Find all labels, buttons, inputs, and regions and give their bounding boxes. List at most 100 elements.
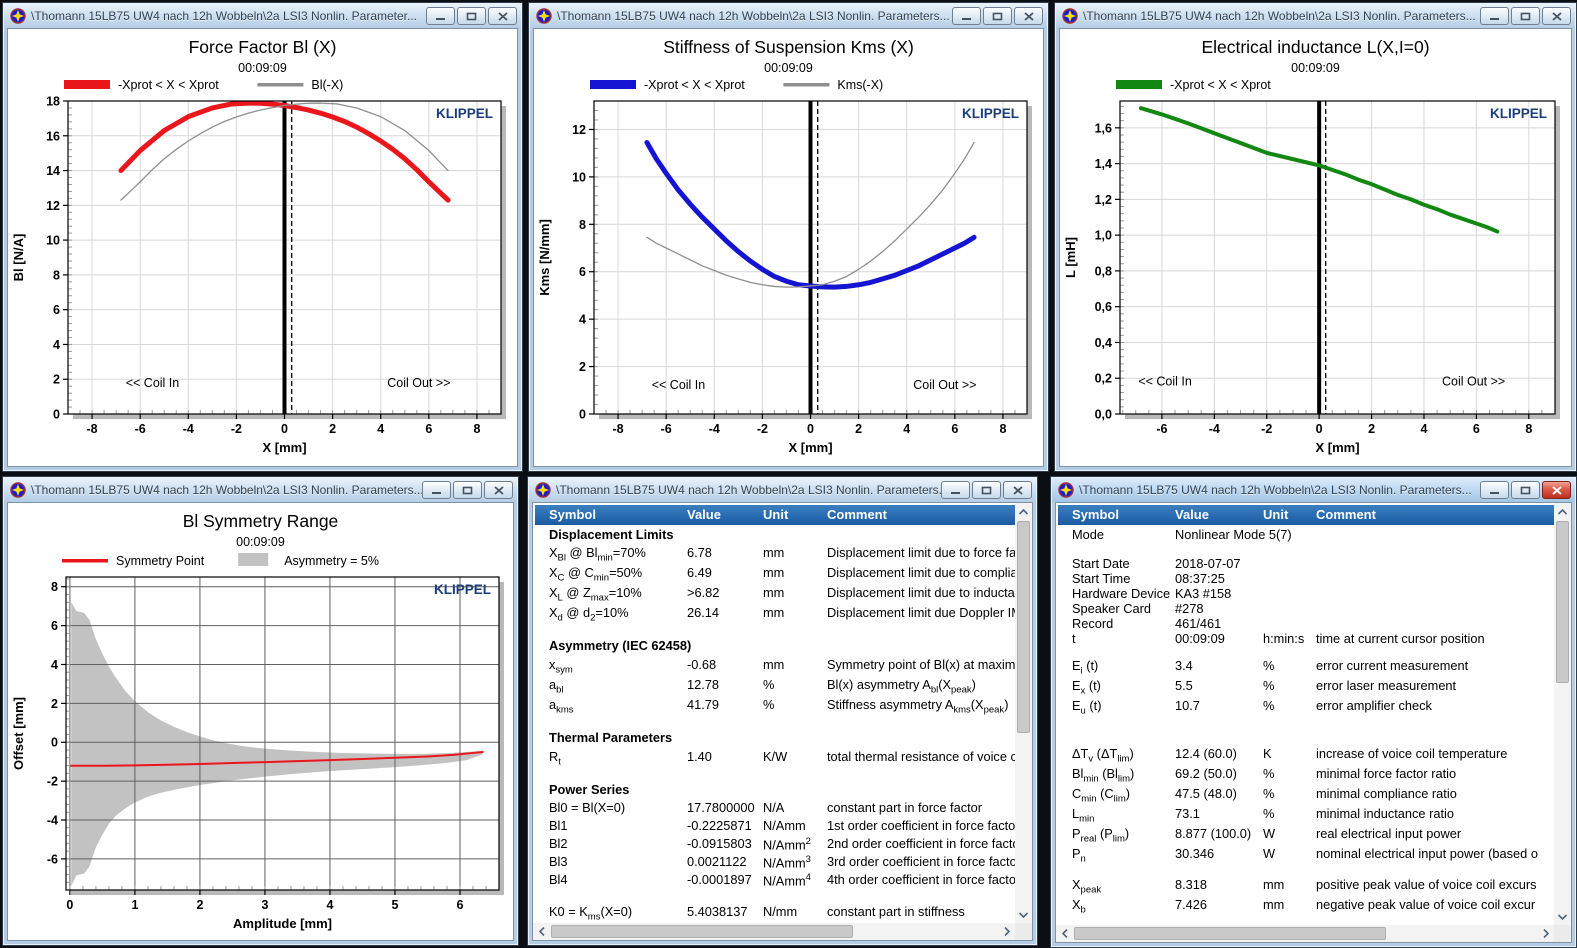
table-row: Ex (t)5.5%error laser measurement <box>1058 678 1554 698</box>
table-row <box>1058 646 1554 658</box>
close-button[interactable] <box>1542 7 1571 25</box>
table-cell: % <box>1263 766 1274 781</box>
table-cell: Nonlinear Mode 5(7) <box>1175 527 1292 542</box>
table-row: xsym-0.68mmSymmetry point of Bl(x) at ma… <box>535 657 1015 677</box>
table-row: Speaker Card#278 <box>1058 601 1554 616</box>
table-cell: t <box>1072 631 1076 646</box>
scroll-up-icon[interactable] <box>1015 503 1032 520</box>
table-cell: 6.49 <box>687 565 712 580</box>
table-cell: xsym <box>549 657 573 676</box>
table-cell: Xb <box>1072 897 1086 916</box>
vertical-scrollbar[interactable] <box>1015 503 1032 923</box>
svg-text:-4: -4 <box>183 422 194 436</box>
titlebar[interactable]: \Thomann 15LB75 UW4 nach 12h Wobbeln\2a … <box>1052 478 1575 502</box>
svg-text:0: 0 <box>66 898 73 912</box>
vertical-scrollbar[interactable] <box>1554 503 1571 925</box>
table-cell: Hardware Device <box>1072 586 1170 601</box>
table-cell: W <box>1263 826 1275 841</box>
close-button[interactable] <box>484 481 513 499</box>
table-cell: Displacement limit due Doppler IM <box>827 605 1015 620</box>
table-cell: 00:09:09 <box>1175 631 1225 646</box>
chart-canvas: -8-6-4-202468024681012141618X [mm]Bl [N/… <box>8 29 517 466</box>
svg-text:8: 8 <box>1525 422 1532 436</box>
chart-force-factor: -8-6-4-202468024681012141618X [mm]Bl [N/… <box>8 29 517 466</box>
horizontal-scroll-thumb[interactable] <box>1074 927 1386 940</box>
svg-text:4: 4 <box>326 898 333 912</box>
horizontal-scrollbar[interactable] <box>533 923 1015 940</box>
table-row: Start Date2018-07-07 <box>1058 556 1554 571</box>
restore-icon <box>981 486 992 495</box>
table-cell: Speaker Card <box>1072 601 1151 616</box>
table-cell: Preal (Plim) <box>1072 826 1129 845</box>
titlebar[interactable]: \Thomann 15LB75 UW4 nach 12h Wobbeln\2a … <box>4 4 521 28</box>
scroll-left-icon[interactable] <box>1056 925 1073 942</box>
table-cell: 12.78 <box>687 677 719 692</box>
table-cell: error current measurement <box>1316 658 1468 673</box>
svg-text:14: 14 <box>46 164 60 178</box>
svg-text:4: 4 <box>51 658 58 672</box>
column-header: Unit <box>763 507 788 522</box>
minimize-button[interactable] <box>1480 481 1509 499</box>
table-cell: -0.2225871 <box>687 818 752 833</box>
table-row <box>1058 863 1554 877</box>
table-cell: 12.4 (60.0) <box>1175 746 1237 761</box>
close-button[interactable] <box>1542 481 1571 499</box>
restore-button[interactable] <box>983 7 1012 25</box>
table-cell: N/Amm3 <box>763 854 811 870</box>
table-cell: Start Date <box>1072 556 1130 571</box>
vertical-scroll-thumb[interactable] <box>1556 521 1569 683</box>
table-cell: N/Amm <box>763 818 806 833</box>
svg-text:18: 18 <box>46 95 60 109</box>
close-icon <box>498 12 508 21</box>
scroll-right-icon[interactable] <box>998 923 1015 940</box>
scrollbar-corner <box>1554 925 1571 942</box>
table-cell: Xpeak <box>1072 877 1101 896</box>
table-cell: Bl3 <box>549 854 568 869</box>
restore-button[interactable] <box>1511 7 1540 25</box>
desktop: { "windows": { "w1": {"title": "\\Thoman… <box>0 0 1577 948</box>
table-cell: increase of voice coil temperature <box>1316 746 1507 761</box>
legend-label: Asymmetry = 5% <box>284 554 379 568</box>
close-button[interactable] <box>1014 7 1043 25</box>
scroll-down-icon[interactable] <box>1015 906 1032 923</box>
table-cell: Bl0 = Bl(X=0) <box>549 800 625 815</box>
column-header: Symbol <box>549 507 596 522</box>
table-cell: N/mm <box>763 904 797 919</box>
titlebar[interactable]: \Thomann 15LB75 UW4 nach 12h Wobbeln\2a … <box>529 478 1036 502</box>
minimize-button[interactable] <box>426 7 455 25</box>
scroll-down-icon[interactable] <box>1554 908 1571 925</box>
scroll-up-icon[interactable] <box>1554 503 1571 520</box>
close-button[interactable] <box>488 7 517 25</box>
titlebar[interactable]: \Thomann 15LB75 UW4 nach 12h Wobbeln\2a … <box>530 4 1047 28</box>
restore-button[interactable] <box>972 481 1001 499</box>
svg-text:1,0: 1,0 <box>1095 229 1112 243</box>
minimize-button[interactable] <box>422 481 451 499</box>
minimize-button[interactable] <box>941 481 970 499</box>
table-section-row: Asymmetry (IEC 62458) <box>535 638 1015 657</box>
close-button[interactable] <box>1003 481 1032 499</box>
restore-button[interactable] <box>453 481 482 499</box>
minimize-button[interactable] <box>952 7 981 25</box>
svg-text:-4: -4 <box>709 422 720 436</box>
table-cell: 7.426 <box>1175 897 1207 912</box>
restore-button[interactable] <box>1511 481 1540 499</box>
svg-text:-2: -2 <box>47 775 58 789</box>
table-row: akms41.79%Stiffness asymmetry Akms(Xpeak… <box>535 697 1015 717</box>
horizontal-scrollbar[interactable] <box>1056 925 1554 942</box>
table-cell: N/Amm2 <box>763 836 811 852</box>
titlebar[interactable]: \Thomann 15LB75 UW4 nach 12h Wobbeln\2a … <box>4 478 517 502</box>
titlebar[interactable]: \Thomann 15LB75 UW4 nach 12h Wobbeln\2a … <box>1056 4 1575 28</box>
horizontal-scroll-thumb[interactable] <box>551 925 853 938</box>
x-axis-label: Amplitude [mm] <box>233 916 332 931</box>
svg-text:8: 8 <box>473 422 480 436</box>
table-cell: % <box>763 677 774 692</box>
vertical-scroll-thumb[interactable] <box>1017 521 1030 733</box>
scroll-left-icon[interactable] <box>533 923 550 940</box>
minimize-button[interactable] <box>1480 7 1509 25</box>
svg-text:1,6: 1,6 <box>1095 121 1112 135</box>
scroll-right-icon[interactable] <box>1537 925 1554 942</box>
column-header: Comment <box>1316 507 1376 522</box>
table-row <box>1058 732 1554 746</box>
table-cell: 5.4038137 <box>687 904 748 919</box>
restore-button[interactable] <box>457 7 486 25</box>
